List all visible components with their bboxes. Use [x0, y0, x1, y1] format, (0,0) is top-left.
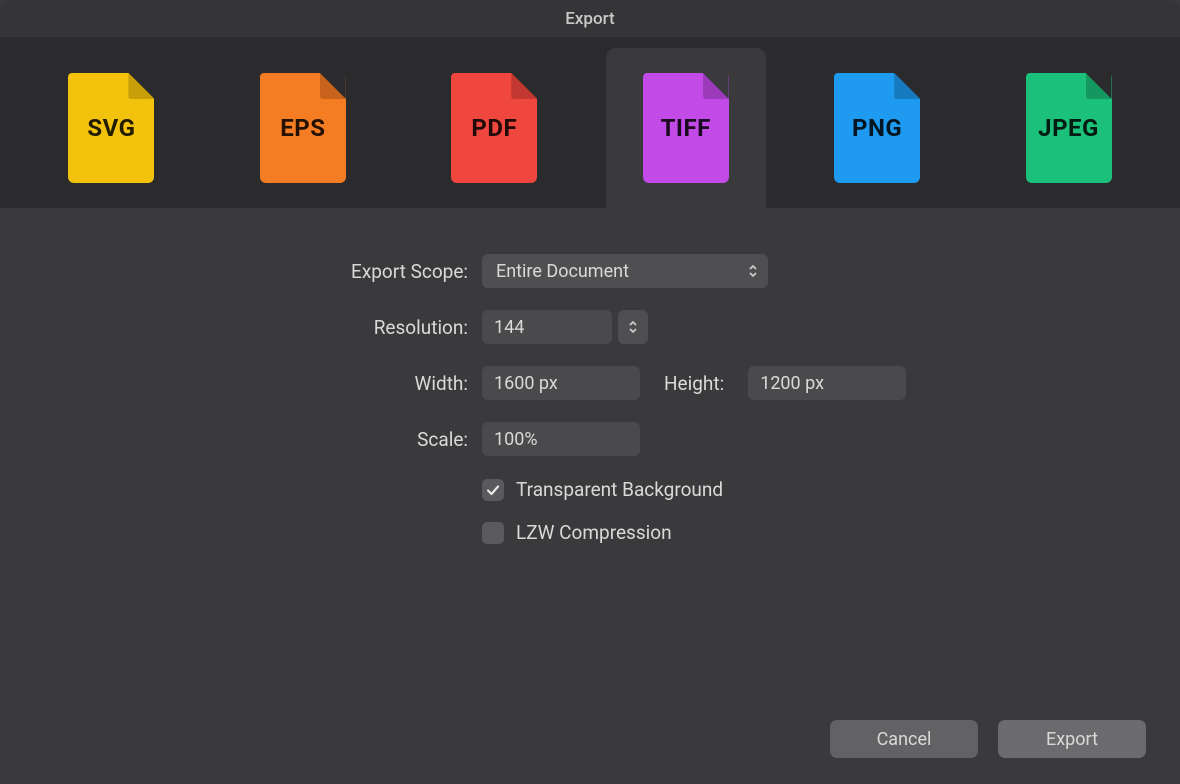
- resolution-input[interactable]: 144: [482, 310, 612, 344]
- format-tab-eps[interactable]: EPS: [223, 48, 383, 208]
- scale-label: Scale:: [60, 428, 482, 451]
- file-icon-label: JPEG: [1038, 114, 1099, 142]
- updown-caret-icon: [748, 264, 758, 278]
- file-icon-tiff: TIFF: [643, 73, 729, 183]
- file-icon-pdf: PDF: [451, 73, 537, 183]
- export-scope-select[interactable]: Entire Document: [482, 254, 768, 288]
- export-scope-value: Entire Document: [496, 261, 629, 282]
- file-icon-jpeg: JPEG: [1026, 73, 1112, 183]
- format-tab-png[interactable]: PNG: [797, 48, 957, 208]
- format-tabstrip: SVG EPS PDF TIFF PNG JPEG: [0, 38, 1180, 208]
- resolution-label: Resolution:: [60, 316, 482, 339]
- file-icon-label: EPS: [280, 114, 325, 142]
- width-input[interactable]: 1600 px: [482, 366, 640, 400]
- export-options-form: Export Scope: Entire Document Resolution…: [0, 208, 1180, 564]
- file-icon-png: PNG: [834, 73, 920, 183]
- format-tab-pdf[interactable]: PDF: [414, 48, 574, 208]
- lzw-compression-checkbox[interactable]: LZW Compression: [482, 521, 672, 544]
- checkbox-unchecked-icon: [482, 522, 504, 544]
- transparent-background-checkbox[interactable]: Transparent Background: [482, 478, 723, 501]
- file-icon-label: TIFF: [661, 114, 711, 142]
- width-label: Width:: [60, 372, 482, 395]
- resolution-stepper[interactable]: [618, 310, 648, 344]
- export-button[interactable]: Export: [998, 720, 1146, 758]
- dialog-titlebar: Export: [0, 0, 1180, 38]
- file-icon-label: PNG: [852, 114, 902, 142]
- format-tab-tiff[interactable]: TIFF: [606, 48, 766, 208]
- transparent-background-label: Transparent Background: [516, 478, 723, 501]
- dialog-title: Export: [565, 9, 614, 29]
- height-label: Height:: [664, 372, 724, 395]
- file-icon-svg: SVG: [68, 73, 154, 183]
- format-tab-jpeg[interactable]: JPEG: [989, 48, 1149, 208]
- checkbox-checked-icon: [482, 479, 504, 501]
- lzw-compression-label: LZW Compression: [516, 521, 672, 544]
- file-icon-label: SVG: [87, 114, 135, 142]
- file-icon-label: PDF: [471, 114, 517, 142]
- height-input[interactable]: 1200 px: [748, 366, 906, 400]
- file-icon-eps: EPS: [260, 73, 346, 183]
- dialog-footer: Cancel Export: [830, 720, 1146, 758]
- cancel-button[interactable]: Cancel: [830, 720, 978, 758]
- scale-input[interactable]: 100%: [482, 422, 640, 456]
- format-tab-svg[interactable]: SVG: [31, 48, 191, 208]
- export-scope-label: Export Scope:: [60, 260, 482, 283]
